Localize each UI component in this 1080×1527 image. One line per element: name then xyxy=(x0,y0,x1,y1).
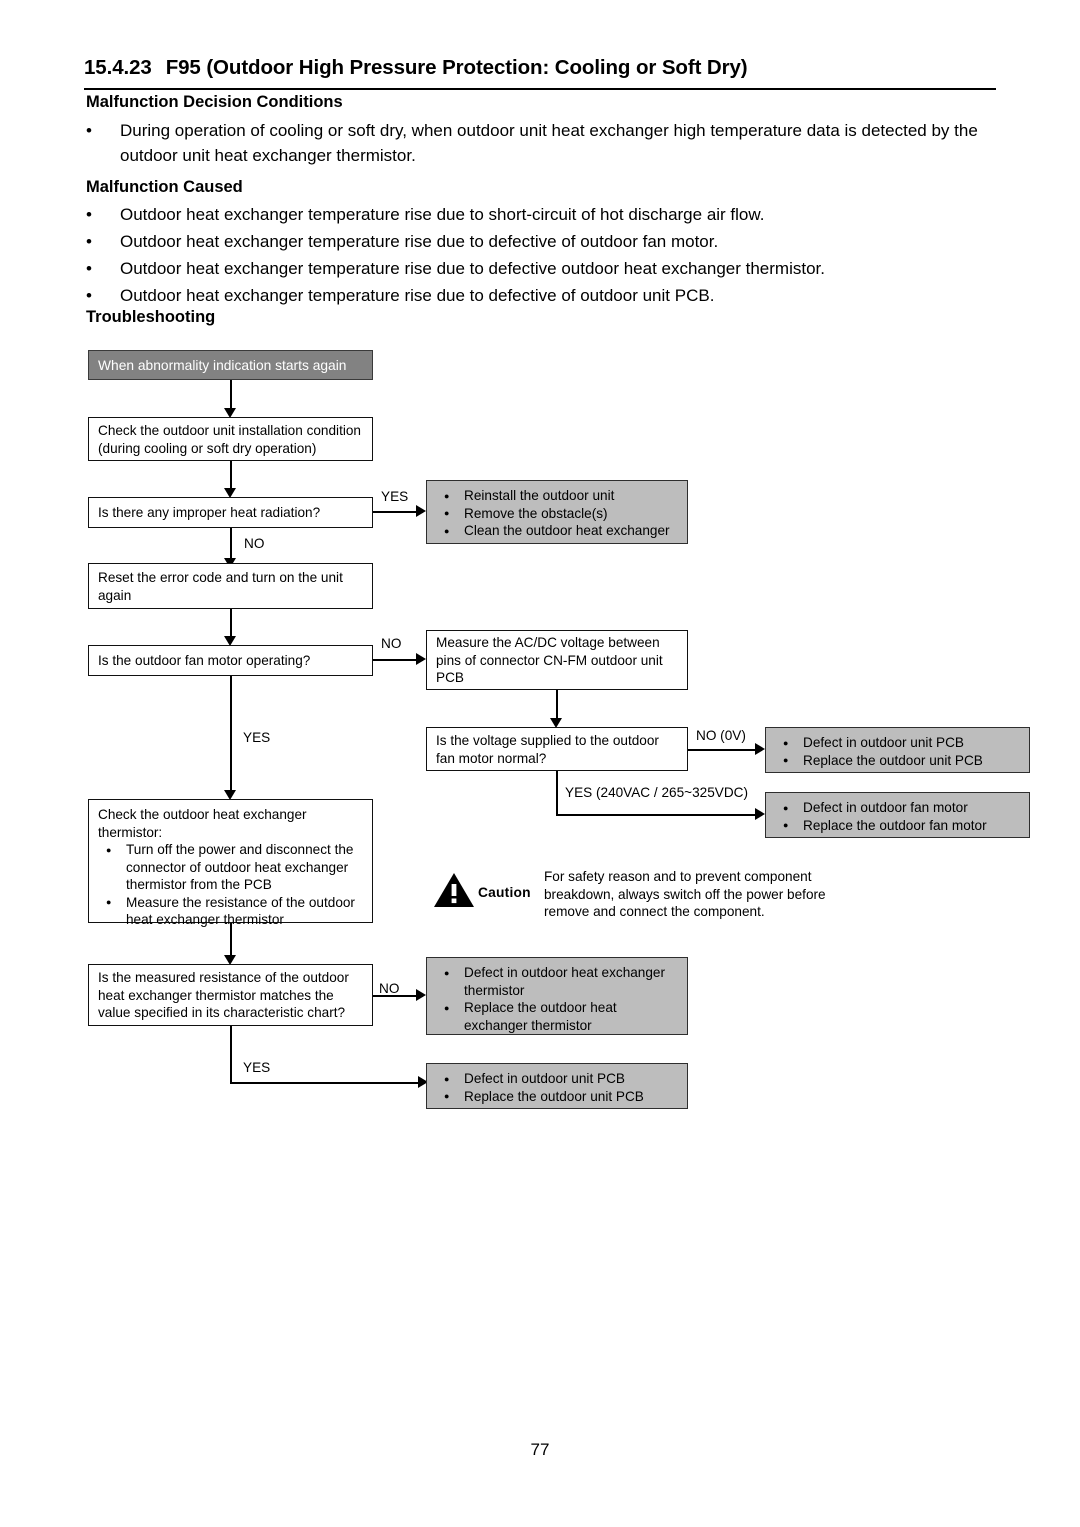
page-number: 77 xyxy=(530,1440,550,1459)
connector-q3-no xyxy=(688,749,762,752)
connector-reset-to-q2 xyxy=(230,609,233,638)
connector-start-to-check xyxy=(230,380,233,411)
arrow-right-icon xyxy=(416,653,426,665)
flow-node-q-voltage-normal: Is the voltage supplied to the outdoor f… xyxy=(426,727,688,771)
flow-node-q-fan-motor-label: Is the outdoor fan motor operating? xyxy=(98,653,311,669)
list-item: Defect in outdoor heat exchanger thermis… xyxy=(436,964,679,999)
flow-node-q-voltage-normal-label: Is the voltage supplied to the outdoor f… xyxy=(436,733,659,766)
flow-node-resistance-no-actions: Defect in outdoor heat exchanger thermis… xyxy=(426,957,688,1035)
flow-node-voltage-no-actions: Defect in outdoor unit PCB Replace the o… xyxy=(765,727,1030,773)
action-list: Defect in outdoor heat exchanger thermis… xyxy=(436,964,679,1034)
flow-node-reset-error-label: Reset the error code and turn on the uni… xyxy=(98,570,343,603)
flow-node-reset-error: Reset the error code and turn on the uni… xyxy=(88,563,373,609)
arrow-right-icon xyxy=(416,505,426,517)
flow-node-check-thermistor-title: Check the outdoor heat exchanger thermis… xyxy=(98,807,307,840)
action-list: Defect in outdoor unit PCB Replace the o… xyxy=(436,1070,679,1105)
flow-node-check-thermistor: Check the outdoor heat exchanger thermis… xyxy=(88,799,373,927)
flow-node-heat-radiation-actions: Reinstall the outdoor unit Remove the ob… xyxy=(426,480,688,544)
edge-label-yes: YES xyxy=(243,1060,271,1075)
connector-q1-no xyxy=(230,528,233,562)
edge-label-yes: YES xyxy=(381,489,409,504)
thermistor-step-list: Turn off the power and disconnect the co… xyxy=(98,841,364,929)
flow-node-resistance-yes-actions: Defect in outdoor unit PCB Replace the o… xyxy=(426,1063,688,1109)
action-list: Defect in outdoor unit PCB Replace the o… xyxy=(775,734,1021,769)
list-item: Defect in outdoor fan motor xyxy=(775,799,1021,817)
flow-node-q-heat-radiation-label: Is there any improper heat radiation? xyxy=(98,505,321,521)
flow-node-start-label: When abnormality indication starts again xyxy=(98,357,347,373)
connector-q4-yes-vertical xyxy=(230,1026,233,1084)
connector-measure-to-q3 xyxy=(556,690,559,721)
list-item: Replace the outdoor heat exchanger therm… xyxy=(436,999,679,1034)
edge-label-yes: YES xyxy=(243,730,271,745)
arrow-right-icon xyxy=(416,989,426,1001)
flow-node-q-resistance: Is the measured resistance of the outdoo… xyxy=(88,964,373,1026)
connector-thermistor-to-q4 xyxy=(230,923,233,958)
flow-node-measure-voltage: Measure the AC/DC voltage between pins o… xyxy=(426,630,688,690)
flow-node-measure-voltage-label: Measure the AC/DC voltage between pins o… xyxy=(436,635,663,686)
edge-label-no: NO xyxy=(244,536,265,551)
caution-label: Caution xyxy=(478,885,531,900)
connector-q4-yes-horizontal xyxy=(230,1082,425,1085)
list-item: Turn off the power and disconnect the co… xyxy=(98,841,364,894)
action-list: Reinstall the outdoor unit Remove the ob… xyxy=(436,487,679,540)
list-item: Defect in outdoor unit PCB xyxy=(775,734,1021,752)
list-item: Reinstall the outdoor unit xyxy=(436,487,679,505)
troubleshooting-flowchart: When abnormality indication starts again… xyxy=(0,0,1080,1527)
list-item: Replace the outdoor unit PCB xyxy=(436,1087,679,1106)
caution-note: Caution For safety reason and to prevent… xyxy=(432,869,852,930)
warning-triangle-icon xyxy=(434,873,474,907)
caution-text: For safety reason and to prevent compone… xyxy=(544,869,826,919)
edge-label-no: NO xyxy=(379,981,400,996)
list-item: Remove the obstacle(s) xyxy=(436,504,679,523)
edge-label-no: NO xyxy=(381,636,402,651)
list-item: Replace the outdoor fan motor xyxy=(775,816,1021,835)
arrow-right-icon xyxy=(755,743,765,755)
flow-node-start: When abnormality indication starts again xyxy=(88,350,373,380)
connector-check-to-q1 xyxy=(230,461,233,491)
arrow-right-icon xyxy=(755,808,765,820)
list-item: Defect in outdoor unit PCB xyxy=(436,1070,679,1088)
action-list: Defect in outdoor fan motor Replace the … xyxy=(775,799,1021,834)
flow-node-voltage-yes-actions: Defect in outdoor fan motor Replace the … xyxy=(765,792,1030,838)
connector-q2-yes xyxy=(230,676,233,794)
flow-node-check-installation-label: Check the outdoor unit installation cond… xyxy=(98,423,361,456)
flow-node-q-heat-radiation: Is there any improper heat radiation? xyxy=(88,497,373,528)
flow-node-q-resistance-label: Is the measured resistance of the outdoo… xyxy=(98,970,349,1021)
list-item: Clean the outdoor heat exchanger xyxy=(436,522,679,540)
flow-node-q-fan-motor: Is the outdoor fan motor operating? xyxy=(88,645,373,676)
connector-q3-yes-vertical xyxy=(556,771,559,816)
connector-q3-yes-horizontal xyxy=(556,814,762,817)
edge-label-yes-voltage: YES (240VAC / 265~325VDC) xyxy=(565,785,748,800)
flow-node-check-installation: Check the outdoor unit installation cond… xyxy=(88,417,373,461)
edge-label-no-0v: NO (0V) xyxy=(696,728,746,743)
list-item: Replace the outdoor unit PCB xyxy=(775,751,1021,770)
